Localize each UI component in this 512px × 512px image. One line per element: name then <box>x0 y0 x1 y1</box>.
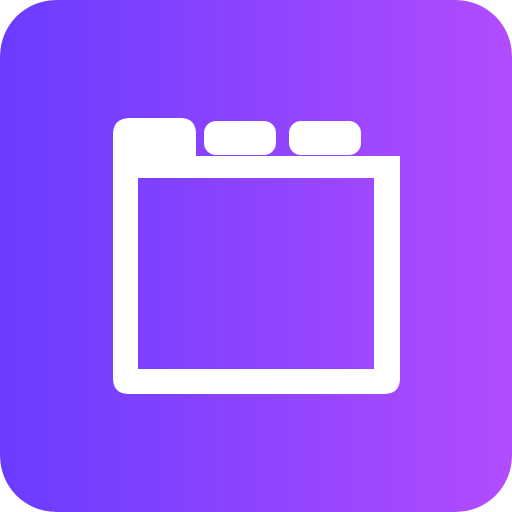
app-icon <box>0 0 512 512</box>
tabbed-window-icon <box>0 0 512 512</box>
window-tab-3 <box>289 121 361 155</box>
icon-background <box>0 0 512 512</box>
window-tab-2 <box>204 121 276 155</box>
